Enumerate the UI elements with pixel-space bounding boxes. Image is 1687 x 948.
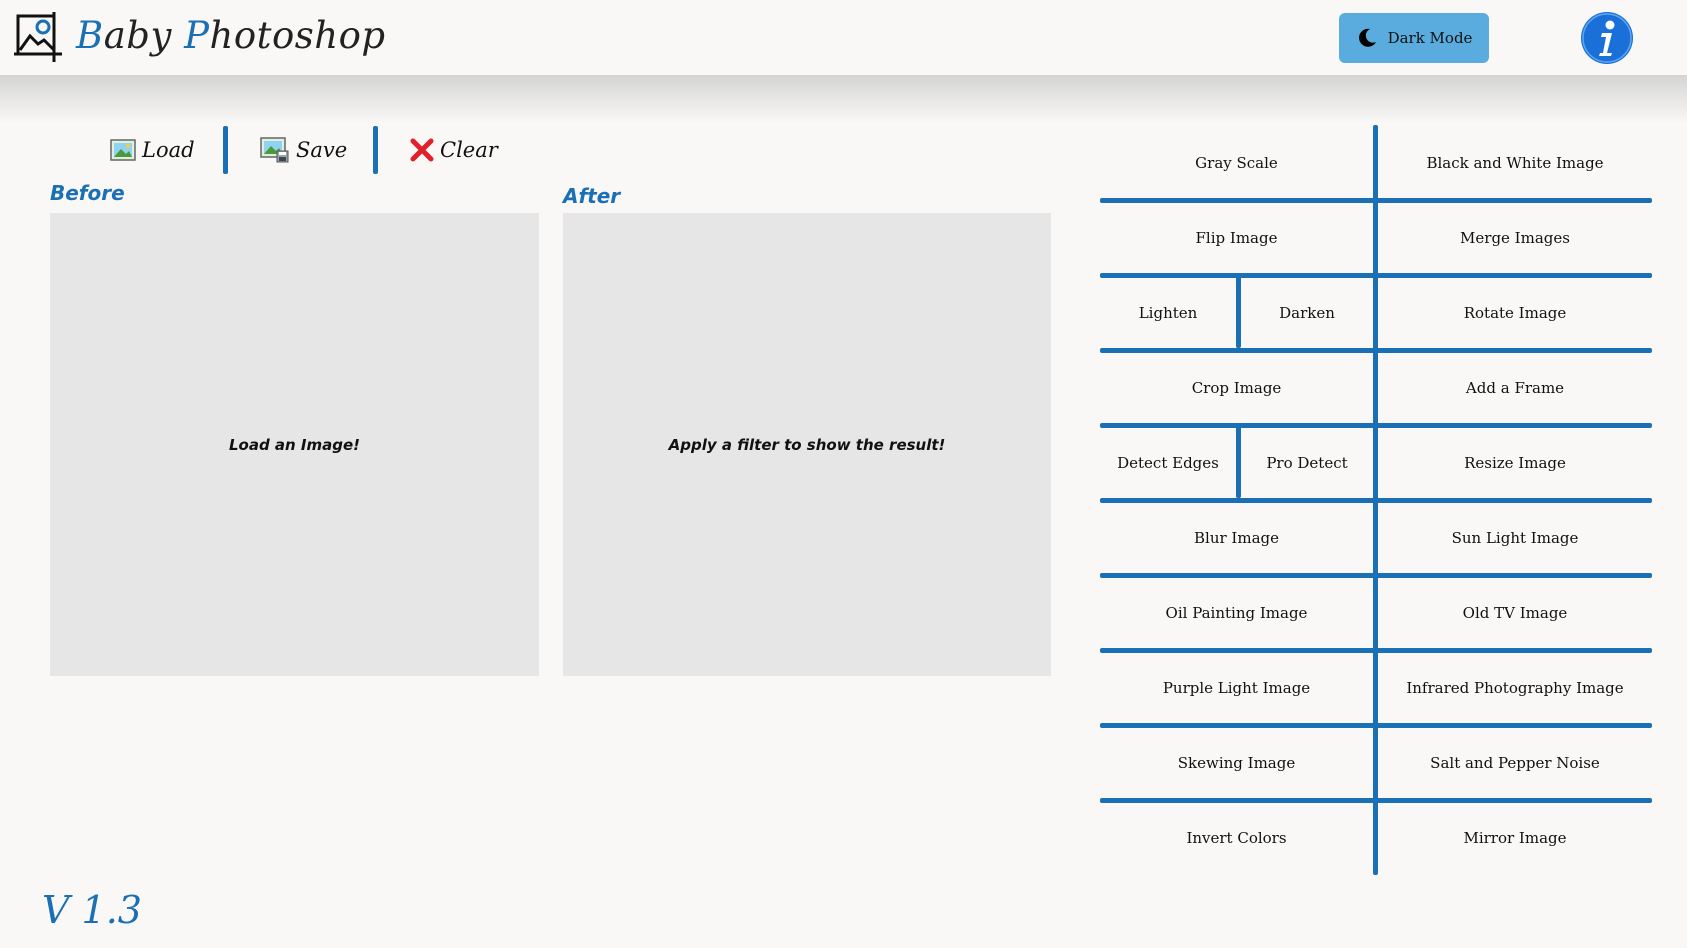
filter-grid: Gray Scale Black and White Image Flip Im… — [1100, 125, 1652, 875]
infrared-button[interactable]: Infrared Photography Image — [1378, 650, 1652, 725]
app-title: Baby Photoshop — [76, 14, 386, 57]
salt-pepper-button[interactable]: Salt and Pepper Noise — [1378, 725, 1652, 800]
before-label: Before — [50, 181, 125, 205]
save-button[interactable]: Save — [260, 132, 347, 168]
dark-mode-button[interactable]: Dark Mode — [1339, 13, 1489, 63]
purple-light-button[interactable]: Purple Light Image — [1100, 650, 1373, 725]
after-panel: Apply a filter to show the result! — [563, 213, 1051, 676]
detect-edges-button[interactable]: Detect Edges — [1100, 425, 1236, 500]
image-frame-icon — [14, 12, 62, 62]
load-button[interactable]: Load — [110, 132, 195, 168]
moon-icon — [1358, 28, 1376, 47]
gray-scale-button[interactable]: Gray Scale — [1100, 125, 1373, 200]
before-message: Load an Image! — [228, 435, 361, 454]
load-label: Load — [142, 138, 195, 162]
darken-button[interactable]: Darken — [1241, 275, 1373, 350]
blur-image-button[interactable]: Blur Image — [1100, 500, 1373, 575]
toolbar-divider — [223, 126, 228, 174]
old-tv-button[interactable]: Old TV Image — [1378, 575, 1652, 650]
lighten-button[interactable]: Lighten — [1100, 275, 1236, 350]
after-message: Apply a filter to show the result! — [668, 435, 946, 454]
clear-label: Clear — [440, 138, 498, 162]
after-label: After — [563, 184, 621, 208]
add-frame-button[interactable]: Add a Frame — [1378, 350, 1652, 425]
merge-images-button[interactable]: Merge Images — [1378, 200, 1652, 275]
invert-colors-button[interactable]: Invert Colors — [1100, 800, 1373, 875]
info-icon[interactable] — [1580, 11, 1634, 65]
red-x-icon — [410, 138, 434, 162]
picture-save-icon — [260, 137, 289, 163]
title-word1-rest: aby — [103, 14, 185, 57]
mirror-image-button[interactable]: Mirror Image — [1378, 800, 1652, 875]
save-label: Save — [296, 138, 348, 162]
version-label: V 1.3 — [42, 888, 142, 932]
picture-icon — [110, 139, 136, 161]
title-word2-rest: hotoshop — [209, 14, 386, 57]
app-header: Baby Photoshop Dark Mode — [0, 0, 1687, 75]
resize-image-button[interactable]: Resize Image — [1378, 425, 1652, 500]
toolbar-divider — [373, 126, 378, 174]
title-letter-p: P — [184, 14, 210, 57]
crop-image-button[interactable]: Crop Image — [1100, 350, 1373, 425]
dark-mode-label: Dark Mode — [1387, 29, 1473, 47]
sun-light-button[interactable]: Sun Light Image — [1378, 500, 1652, 575]
header-shadow — [0, 75, 1687, 123]
clear-button[interactable]: Clear — [410, 132, 498, 168]
skewing-button[interactable]: Skewing Image — [1100, 725, 1373, 800]
rotate-image-button[interactable]: Rotate Image — [1378, 275, 1652, 350]
flip-image-button[interactable]: Flip Image — [1100, 200, 1373, 275]
title-letter-b: B — [76, 14, 104, 57]
oil-painting-button[interactable]: Oil Painting Image — [1100, 575, 1373, 650]
black-and-white-button[interactable]: Black and White Image — [1378, 125, 1652, 200]
before-panel: Load an Image! — [50, 213, 539, 676]
pro-detect-button[interactable]: Pro Detect — [1241, 425, 1373, 500]
